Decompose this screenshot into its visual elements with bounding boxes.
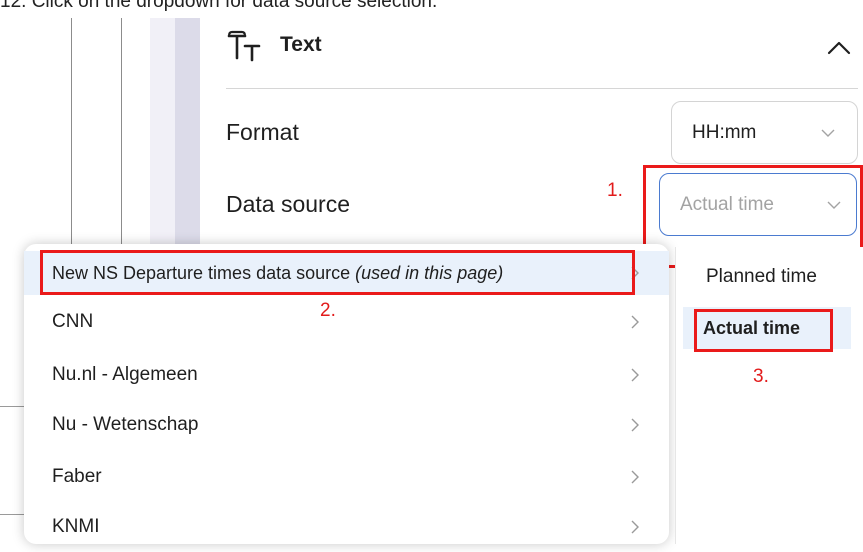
annotation-box-2 bbox=[40, 250, 635, 295]
annotation-number-3: 3. bbox=[753, 366, 769, 387]
data-source-label: Data source bbox=[226, 191, 351, 217]
chevron-up-icon[interactable] bbox=[826, 38, 852, 58]
dropdown-item-knmi[interactable]: KNMI bbox=[24, 502, 669, 552]
background-horizontal-line bbox=[0, 514, 24, 515]
chevron-right-icon bbox=[631, 470, 639, 484]
dropdown-item-label: Faber bbox=[52, 466, 102, 487]
format-value: HH:mm bbox=[692, 121, 757, 143]
annotation-number-1: 1. bbox=[607, 180, 623, 201]
format-label: Format bbox=[226, 119, 299, 145]
background-horizontal-line bbox=[0, 406, 24, 407]
dropdown-item-cnn[interactable]: CNN bbox=[24, 297, 669, 347]
annotation-number-2: 2. bbox=[320, 300, 336, 321]
dropdown-item-faber[interactable]: Faber bbox=[24, 452, 669, 502]
chevron-right-icon bbox=[631, 418, 639, 432]
chevron-right-icon bbox=[631, 315, 639, 329]
dropdown-item-label: Nu - Wetenschap bbox=[52, 414, 199, 435]
chevron-down-icon bbox=[821, 129, 835, 137]
dropdown-item-label: Nu.nl - Algemeen bbox=[52, 364, 198, 385]
time-field-subpanel: Planned time Actual time bbox=[675, 247, 863, 544]
section-title-text: Text bbox=[280, 33, 322, 56]
dropdown-item-nu-wetenschap[interactable]: Nu - Wetenschap bbox=[24, 400, 669, 450]
format-select[interactable]: HH:mm bbox=[671, 101, 858, 164]
step-caption: 12. Click on the dropdown for data sourc… bbox=[0, 0, 438, 12]
annotation-box-3 bbox=[694, 309, 833, 352]
chevron-right-icon bbox=[631, 520, 639, 534]
dropdown-item-label: CNN bbox=[52, 311, 94, 332]
chevron-right-icon bbox=[631, 368, 639, 382]
section-divider bbox=[226, 88, 858, 89]
dropdown-item-nu-algemeen[interactable]: Nu.nl - Algemeen bbox=[24, 350, 669, 400]
subpanel-item-planned-time[interactable]: Planned time bbox=[706, 256, 817, 298]
text-type-icon bbox=[227, 30, 261, 62]
